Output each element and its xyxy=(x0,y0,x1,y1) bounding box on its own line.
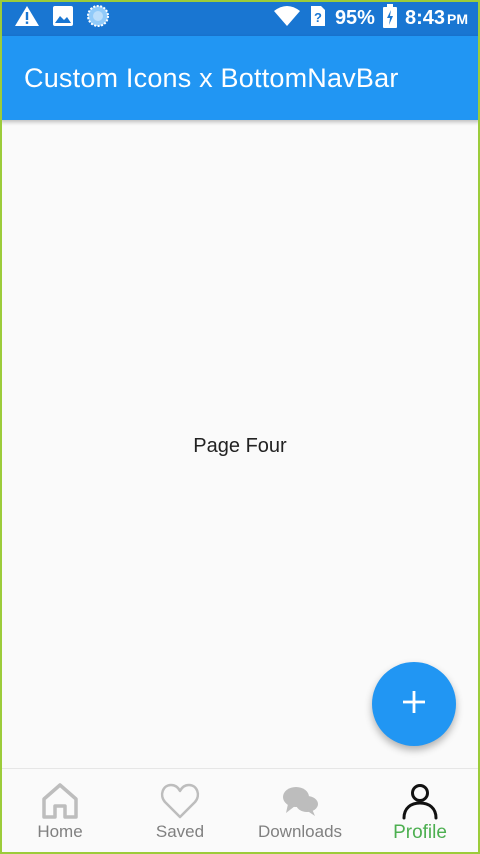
nav-item-home[interactable]: Home xyxy=(0,769,120,854)
app-bar: Custom Icons x BottomNavBar xyxy=(0,36,480,120)
warning-icon xyxy=(14,5,40,32)
nav-label-profile: Profile xyxy=(393,822,447,843)
svg-text:?: ? xyxy=(314,10,322,25)
status-left xyxy=(14,4,110,33)
heart-icon xyxy=(160,781,200,821)
status-bar: ? 95% 8:43 PM xyxy=(0,0,480,36)
time-text: 8:43 xyxy=(404,6,445,29)
battery-percent: 95% xyxy=(334,6,375,29)
plus-icon xyxy=(402,690,426,719)
app-title: Custom Icons x BottomNavBar xyxy=(24,62,399,93)
wifi-icon xyxy=(273,5,301,32)
home-icon xyxy=(40,781,80,821)
person-icon xyxy=(400,781,440,821)
image-icon xyxy=(52,5,74,32)
add-fab-button[interactable] xyxy=(372,662,456,746)
nav-item-saved[interactable]: Saved xyxy=(120,769,240,854)
bottom-nav: Home Saved Downloads Profile xyxy=(0,768,480,854)
sim-icon: ? xyxy=(309,4,327,33)
ampm-text: PM xyxy=(447,10,468,27)
page-text: Page Four xyxy=(193,434,287,457)
sync-icon xyxy=(86,4,110,33)
nav-label-saved: Saved xyxy=(155,822,205,841)
battery-charging-icon xyxy=(382,3,397,33)
nav-item-profile[interactable]: Profile xyxy=(360,769,480,854)
nav-label-home: Home xyxy=(37,822,83,841)
status-right: ? 95% 8:43 PM xyxy=(273,3,468,33)
clock: 8:43 PM xyxy=(405,7,468,30)
nav-label-downloads: Downloads xyxy=(257,822,343,841)
nav-item-downloads[interactable]: Downloads xyxy=(240,769,360,854)
chat-icon xyxy=(280,781,320,821)
